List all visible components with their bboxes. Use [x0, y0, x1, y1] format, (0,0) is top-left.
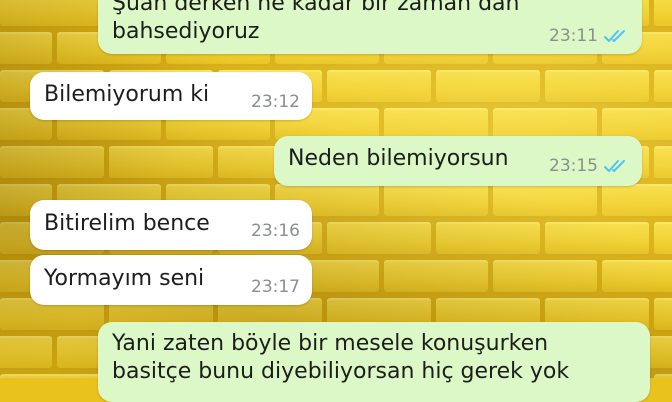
message-text-line: Yani zaten böyle bir mesele konuşurken	[112, 331, 549, 356]
message-text-line: Bitirelim bence	[44, 211, 210, 236]
message-text-line: bahsediyoruz	[112, 19, 260, 44]
message-time: 23:11	[549, 26, 598, 46]
message-bubble-incoming[interactable]: Yormayım seni 23:17	[30, 255, 312, 305]
message-bubble-incoming[interactable]: Bilemiyorum ki 23:12	[30, 72, 312, 120]
message-meta: 23:16	[251, 221, 300, 241]
message-text-line: Bilemiyorum ki	[44, 82, 210, 107]
double-check-icon	[604, 30, 625, 42]
message-bubble-outgoing[interactable]: Yani zaten böyle bir mesele konuşurken b…	[98, 322, 650, 402]
message-meta: 23:17	[251, 277, 300, 297]
message-text-line: basitçe bunu diyebiliyorsan hiç gerek yo…	[112, 359, 570, 384]
message-meta: 23:11	[549, 26, 630, 46]
double-check-icon	[604, 160, 625, 172]
message-bubble-outgoing[interactable]: Neden bilemiyorsun 23:15	[274, 136, 642, 186]
message-bubble-incoming[interactable]: Bitirelim bence 23:16	[30, 200, 312, 250]
chat-message-list[interactable]: Şuan derken ne kadar bir zaman dan bahse…	[0, 0, 672, 402]
message-time: 23:17	[251, 277, 300, 297]
message-text-line: Şuan derken ne kadar bir zaman dan	[112, 0, 520, 16]
message-meta: 23:15	[549, 156, 630, 176]
message-meta: 23:12	[251, 92, 300, 112]
message-text-line: Yormayım seni	[44, 266, 205, 291]
message-time: 23:16	[251, 221, 300, 241]
message-time: 23:15	[549, 156, 598, 176]
message-time: 23:12	[251, 92, 300, 112]
message-bubble-outgoing[interactable]: Şuan derken ne kadar bir zaman dan bahse…	[98, 0, 642, 54]
message-text-line: Neden bilemiyorsun	[288, 146, 509, 171]
